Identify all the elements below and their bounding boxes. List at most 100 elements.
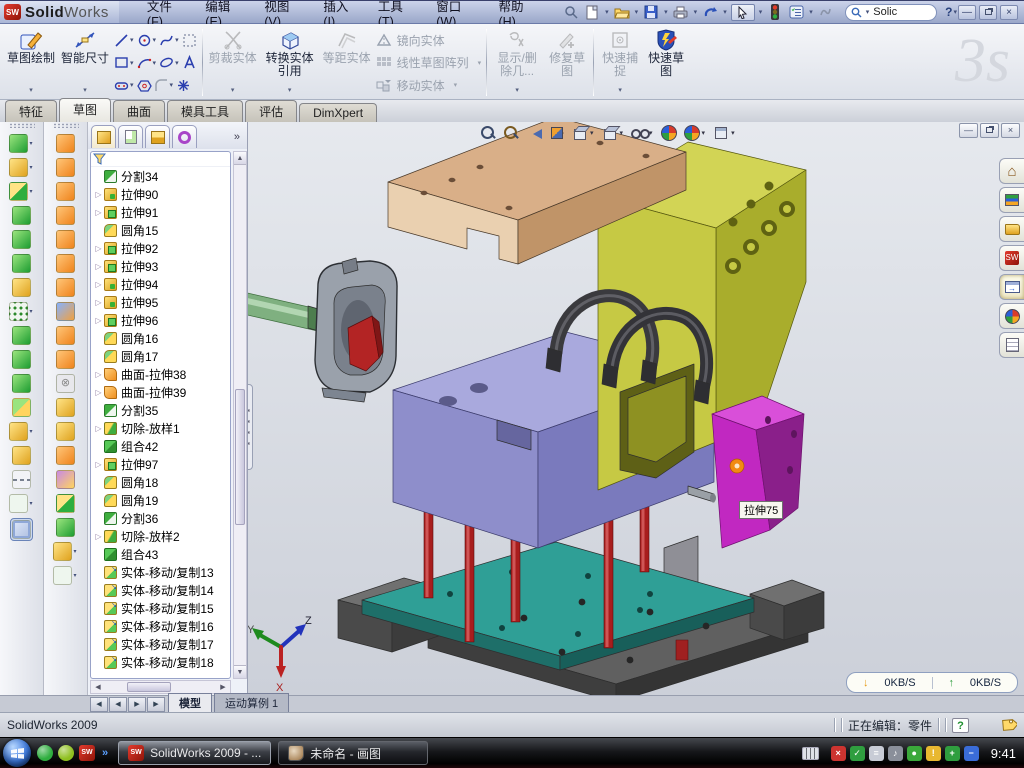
expand-arrow-icon[interactable]: ▷ [93,370,104,379]
tree-item[interactable]: 分割36 [91,509,230,527]
expand-arrow-icon[interactable]: ▷ [93,316,104,325]
move-copy-bodies-button[interactable] [12,398,31,417]
restore-button[interactable] [979,5,997,20]
fillet-button[interactable]: ▾ [9,182,33,201]
tree-item[interactable]: 实体-移动/复制18 [91,653,230,671]
panel-tab-configurationmanager[interactable] [145,125,170,148]
keyboard-layout-icon[interactable] [802,747,819,760]
display-delete-relations-button[interactable]: 显示/删除几... ▾ [490,26,544,99]
nav-first-button[interactable]: ◀ [90,697,108,712]
display-style-caret-icon[interactable]: ▾ [620,129,624,137]
expand-arrow-icon[interactable]: ▷ [93,190,104,199]
open-document-icon[interactable] [613,4,631,21]
surface-fillet-button[interactable] [56,494,75,513]
tree-item[interactable]: ▷拉伸94 [91,275,230,293]
open-caret-icon[interactable]: ▾ [635,8,639,16]
expand-arrow-icon[interactable]: ▷ [93,424,104,433]
undo-icon[interactable] [701,4,719,21]
pin-icon[interactable] [562,4,580,21]
security-shield-tray-icon[interactable]: ✓ [850,746,865,761]
quick-launch-chevron-icon[interactable]: » [102,747,108,759]
move-entities-button[interactable]: 移动实体 ▾ [376,75,482,95]
spline-tool-icon[interactable]: ▾ [159,33,180,48]
scroll-up-icon[interactable]: ▲ [234,152,246,165]
defense-plus-tray-icon[interactable]: + [945,746,960,761]
pc-suite-tray-icon[interactable]: ● [907,746,922,761]
extruded-cut-button[interactable]: ▾ [9,158,33,177]
ribbon-tab-5[interactable]: DimXpert [299,103,377,122]
tree-vertical-scrollbar[interactable]: ▲ ▼ [233,151,247,679]
delete-face-button[interactable]: ⊗ [56,374,75,393]
ribbon-tab-1[interactable]: 草图 [59,98,111,122]
security-suite-icon[interactable] [58,745,74,761]
offset-surface-button[interactable] [56,302,75,321]
display-style-button[interactable]: ▾ [602,125,625,141]
toolbar-drag-handle[interactable] [9,123,35,128]
view-orientation-button[interactable]: ▾ [572,125,595,141]
filled-surface-button[interactable] [56,254,75,273]
tree-item[interactable]: 实体-移动/复制15 [91,599,230,617]
tree-item[interactable]: ▷曲面-拉伸38 [91,365,230,383]
arc-tool-icon[interactable]: ▾ [137,55,158,70]
zoom-fit-button[interactable] [480,125,496,141]
rebuild-traffic-light-icon[interactable] [766,4,784,21]
tree-item[interactable]: 圆角15 [91,221,230,239]
revolved-surface-button[interactable] [56,158,75,177]
apply-scene-caret-icon[interactable]: ▾ [702,129,706,137]
search-box[interactable]: ▾ [845,4,937,21]
replace-face-button[interactable] [56,398,75,417]
convert-caret-icon[interactable]: ▾ [288,84,292,99]
ribbon-tab-4[interactable]: 评估 [245,100,297,122]
smart-dimension-caret-icon[interactable]: ▾ [83,84,87,99]
scroll-right-icon[interactable]: ▶ [216,683,230,691]
instant3d-button[interactable] [10,518,33,541]
planar-surface-button[interactable] [56,278,75,297]
combine-bodies-button[interactable] [12,326,31,345]
tree-item[interactable]: ▷拉伸96 [91,311,230,329]
view-settings-button[interactable]: ▾ [713,125,736,141]
circle-tool-icon[interactable]: ▾ [137,33,158,48]
linear-pattern-caret-icon[interactable]: ▾ [29,308,32,315]
graphics-viewport[interactable]: Y Z X ▾▾▾▾▾ — × ⌂SW→ ◂ ◂ ◂ ◂ 拉伸75 ↓ [248,122,1024,695]
ruled-surface-button[interactable] [56,326,75,345]
offset-entities-button[interactable]: 等距实体 [320,26,374,99]
tree-item[interactable]: ▷切除-放样2 [91,527,230,545]
close-button[interactable]: × [1000,5,1018,20]
select-tool-icon[interactable] [731,4,755,21]
tree-item[interactable]: ▷拉伸90 [91,185,230,203]
task-pane-tab-file-explorer[interactable] [999,216,1024,242]
helix-curve-caret-icon[interactable]: ▾ [29,500,32,507]
task-pane-tab-solidworks-search[interactable]: SW [999,245,1024,271]
new-document-icon[interactable] [583,4,601,21]
line-tool-icon[interactable]: ▾ [114,33,135,48]
tag-icon[interactable] [999,717,1017,733]
axis-button[interactable] [12,470,31,489]
ribbon-tab-2[interactable]: 曲面 [113,100,165,122]
tree-item[interactable]: ▷拉伸93 [91,257,230,275]
quick-tips-help-icon[interactable]: ? [952,718,969,733]
tree-item[interactable]: ▷拉伸97 [91,455,230,473]
edit-appearance-button[interactable] [661,125,677,141]
split-button[interactable] [12,350,31,369]
helix-curve-2-button[interactable]: ▾ [53,566,77,585]
solidworks-launcher-icon[interactable]: SW [79,745,95,761]
tree-item[interactable]: 实体-移动/复制17 [91,635,230,653]
trim-surface-button[interactable] [56,470,75,489]
selection-marquee-icon[interactable] [182,33,197,48]
print-caret-icon[interactable]: ▾ [694,8,698,16]
scroll-left-icon[interactable]: ◀ [91,683,105,691]
minimize-button[interactable]: — [958,5,976,20]
zoom-area-button[interactable] [503,125,519,141]
filter-funnel-icon[interactable] [93,153,106,165]
sync-blocked-tray-icon[interactable]: − [964,746,979,761]
model-tab-0[interactable]: 模型 [168,693,212,712]
print-icon[interactable] [672,4,690,21]
view-orientation-caret-icon[interactable]: ▾ [590,129,594,137]
help-icon[interactable]: ? [945,5,952,19]
taskbar-task-0[interactable]: SWSolidWorks 2009 - ... [118,741,271,765]
thicken-button[interactable] [56,518,75,537]
help-caret-icon[interactable]: ▾ [953,8,957,16]
extruded-boss-button[interactable]: ▾ [9,134,33,153]
mirror-entities-button[interactable]: 镜向实体 [376,30,482,50]
tree-horizontal-scrollbar[interactable]: ◀ ▶ [90,680,231,694]
